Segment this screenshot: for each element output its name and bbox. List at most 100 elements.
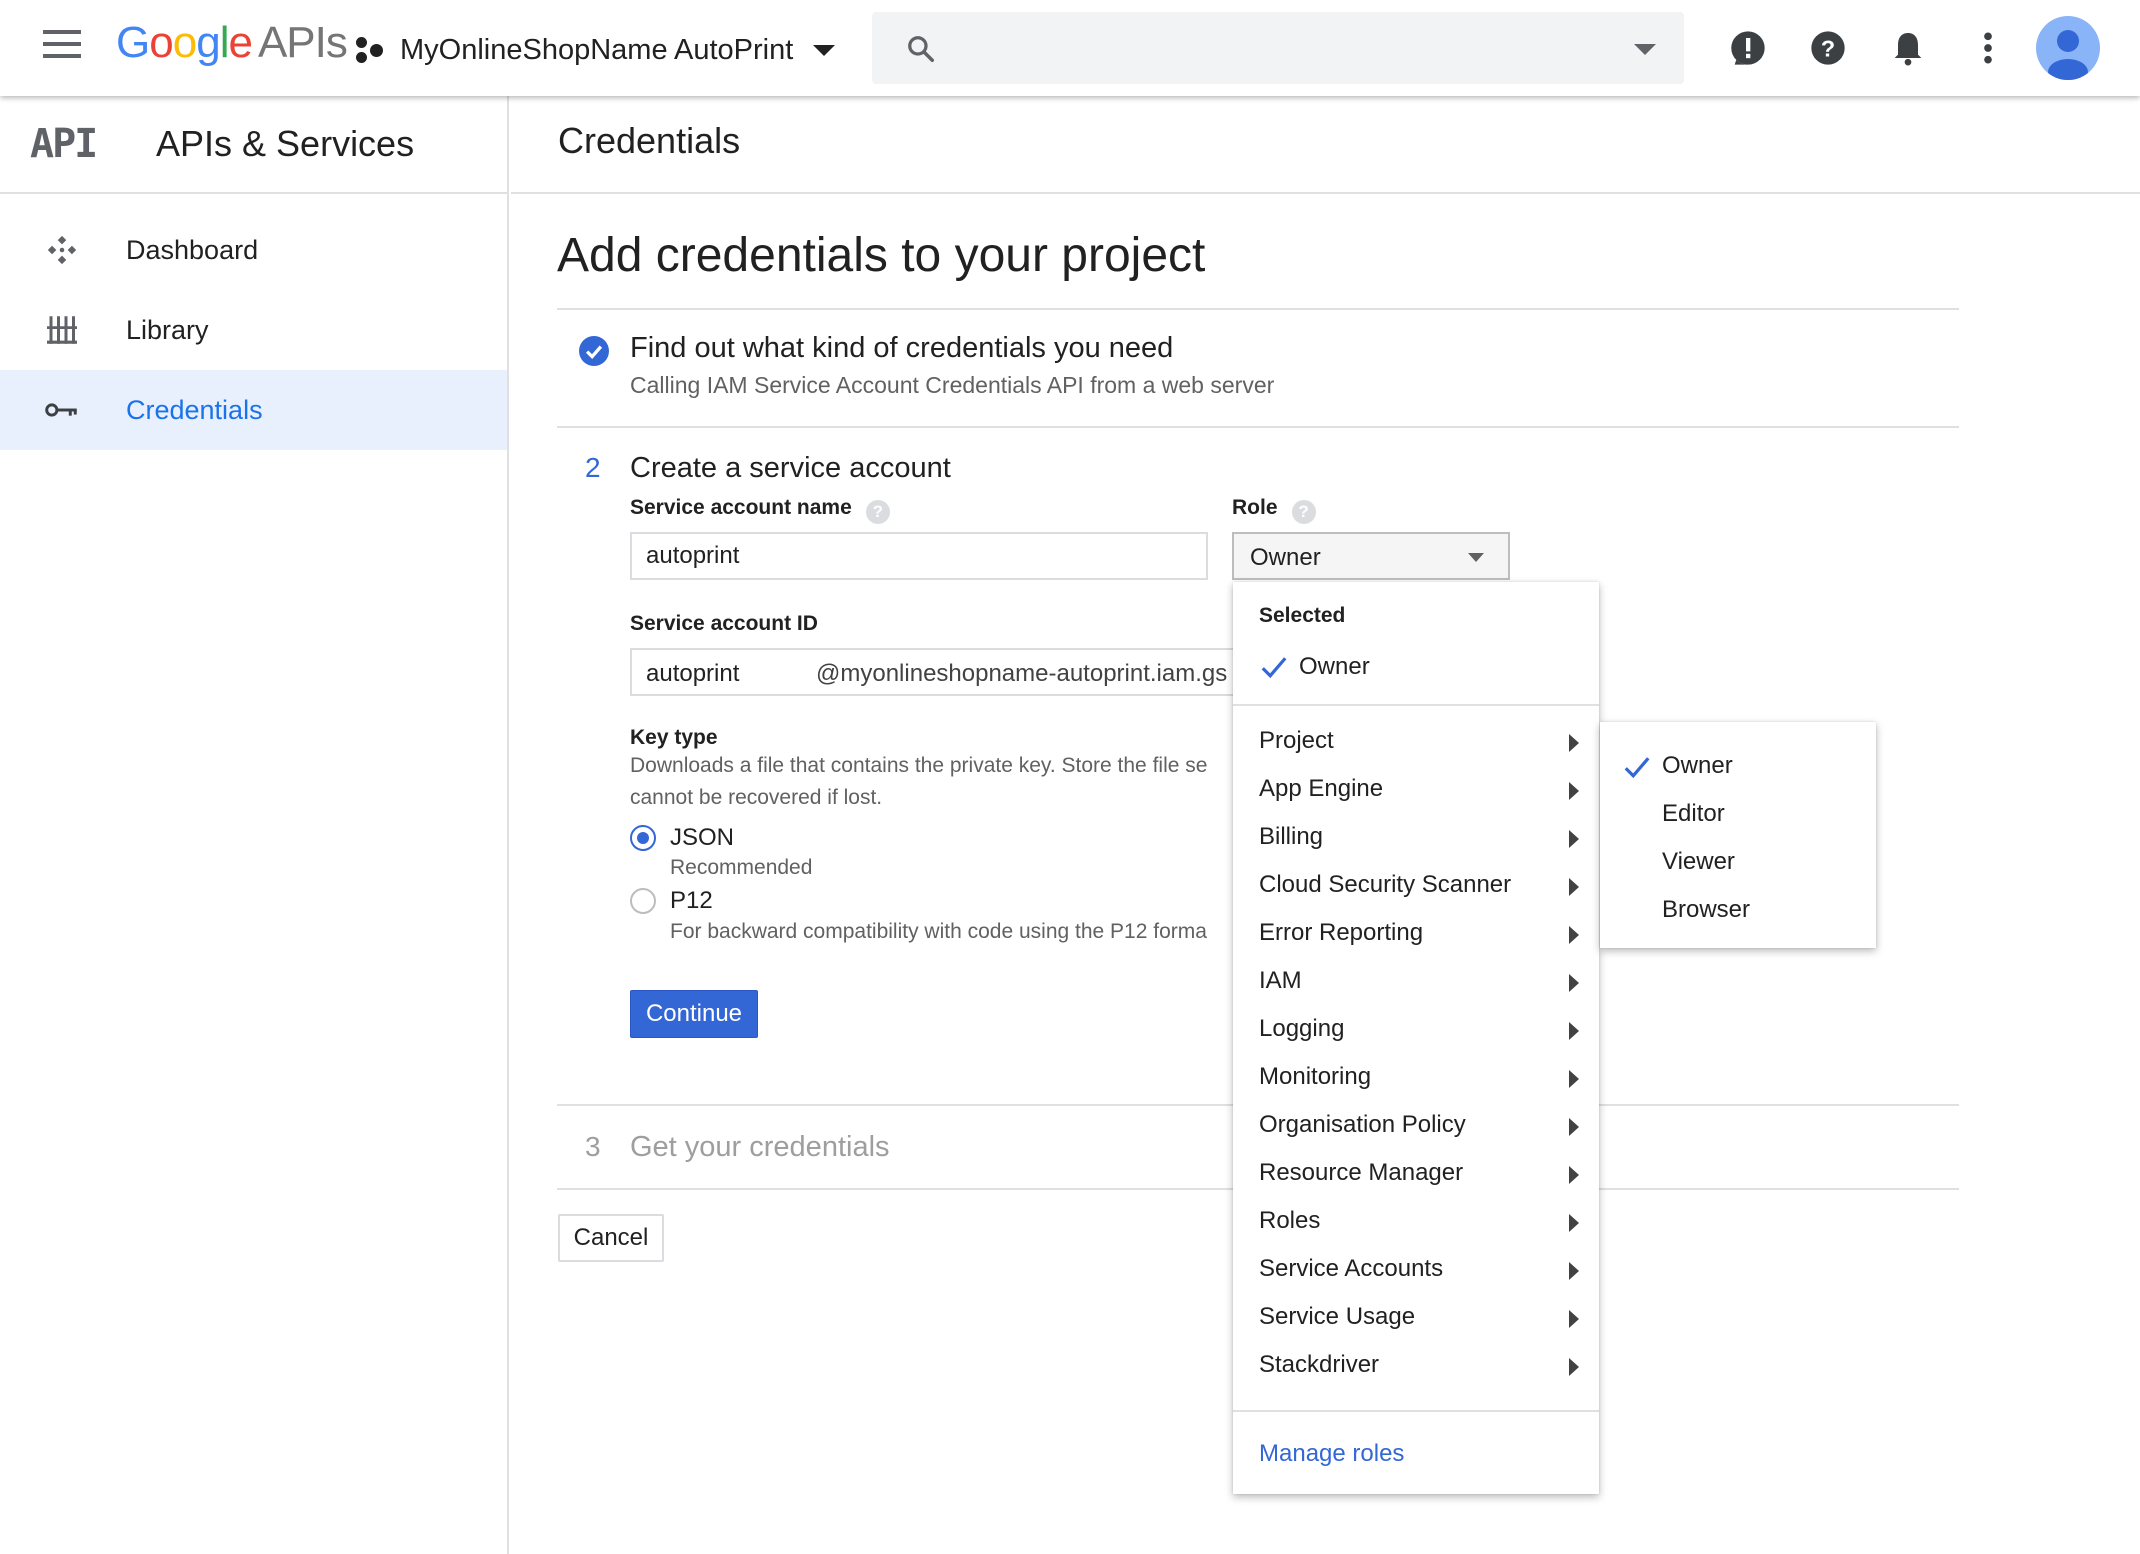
cancel-button[interactable]: Cancel [558,1214,664,1262]
chevron-right-icon [1569,782,1579,800]
project-selector[interactable]: MyOnlineShopName AutoPrint [356,28,836,72]
role-select[interactable]: Owner [1232,532,1510,580]
sidebar-header: API APIs & Services [0,96,507,194]
help-circle-icon[interactable]: ? [865,500,890,524]
continue-button[interactable]: Continue [630,990,758,1038]
selected-role-item[interactable]: Owner [1259,652,1370,682]
role-category-item[interactable]: Service Accounts [1233,1246,1599,1294]
role-option-owner[interactable]: Owner [1600,742,1876,790]
sidebar-nav: Dashboard Library Credentials [0,210,507,450]
p12-radio-label[interactable]: P12 [670,887,713,915]
person-icon [2048,30,2088,80]
role-category-item[interactable]: Billing [1233,814,1599,862]
role-category-item[interactable]: Resource Manager [1233,1150,1599,1198]
chevron-right-icon [1569,878,1579,896]
search-icon [908,36,934,62]
role-category-label: Billing [1259,823,1324,850]
role-option-label: Editor [1662,800,1725,827]
service-account-id-field[interactable]: autoprint @myonlineshopname-autoprint.ia… [630,648,1240,696]
role-category-label: Service Usage [1259,1303,1416,1330]
role-option-viewer[interactable]: Viewer [1600,838,1876,886]
api-logo-icon: API [30,121,98,167]
sidebar-title[interactable]: APIs & Services [156,123,414,165]
help-icon[interactable]: ? [1808,28,1848,68]
sidebar-item-dashboard[interactable]: Dashboard [0,210,507,290]
key-type-description: Downloads a file that contains the priva… [630,754,1208,777]
role-category-item[interactable]: Project [1233,718,1599,766]
hamburger-menu-icon[interactable] [38,30,86,66]
project-icon [356,35,386,65]
dropdown-arrow-icon [1468,553,1484,562]
divider [557,426,1959,428]
role-category-item[interactable]: Service Usage [1233,1294,1599,1342]
chevron-right-icon [1569,734,1579,752]
role-category-item[interactable]: Roles [1233,1198,1599,1246]
page-header: Credentials [511,96,2140,194]
chevron-right-icon [1569,926,1579,944]
step2-number: 2 [585,452,601,483]
divider [1233,704,1599,706]
p12-radio[interactable] [630,888,656,914]
chevron-right-icon [1569,1166,1579,1184]
role-select-value: Owner [1250,544,1321,571]
divider [1233,1410,1599,1412]
label-text: Service account name [630,496,852,519]
project-roles-submenu: Owner Editor Viewer Browser [1600,722,1876,948]
role-option-label: Viewer [1662,848,1735,875]
service-account-id-suffix: @myonlineshopname-autoprint.iam.gs [816,660,1228,687]
service-account-name-label: Service account name? [630,496,890,524]
checkmark-icon [1261,657,1287,679]
key-type-label: Key type [630,726,718,749]
key-icon [42,390,82,430]
role-category-label: Organisation Policy [1259,1111,1466,1138]
page-title: Add credentials to your project [557,229,1206,282]
notifications-bell-icon[interactable] [1888,28,1928,68]
step1-title[interactable]: Find out what kind of credentials you ne… [630,332,1173,365]
role-category-item[interactable]: Organisation Policy [1233,1102,1599,1150]
search-input[interactable] [952,26,1572,70]
account-avatar[interactable] [2036,16,2100,80]
manage-roles-link[interactable]: Manage roles [1259,1440,1404,1468]
chevron-right-icon [1569,974,1579,992]
chevron-right-icon [1569,1358,1579,1376]
svg-text:?: ? [1821,35,1835,61]
role-option-editor[interactable]: Editor [1600,790,1876,838]
role-category-item[interactable]: App Engine [1233,766,1599,814]
project-name: MyOnlineShopName AutoPrint [400,33,794,66]
role-option-browser[interactable]: Browser [1600,886,1876,934]
help-circle-icon[interactable]: ? [1291,500,1316,524]
key-type-description-2: cannot be recovered if lost. [630,786,883,809]
top-app-bar: Google APIs MyOnlineShopName AutoPrint ? [0,0,2140,96]
json-radio[interactable] [630,825,656,851]
role-category-item[interactable]: Stackdriver [1233,1342,1599,1390]
step3-title: Get your credentials [630,1131,890,1163]
step1-subtitle: Calling IAM Service Account Credentials … [630,372,1275,398]
role-category-item[interactable]: Logging [1233,1006,1599,1054]
role-category-item[interactable]: Error Reporting [1233,910,1599,958]
role-category-item[interactable]: IAM [1233,958,1599,1006]
role-category-label: Logging [1259,1015,1345,1042]
service-account-name-input[interactable] [630,532,1208,580]
sidebar-item-label: Credentials [126,394,263,425]
sidebar-item-credentials[interactable]: Credentials [0,370,507,450]
checkmark-icon [1624,757,1650,779]
feedback-icon[interactable] [1728,28,1768,68]
role-category-label: Stackdriver [1259,1351,1380,1378]
chevron-right-icon [1569,1262,1579,1280]
google-apis-logo[interactable]: Google APIs [116,18,348,68]
p12-radio-desc: For backward compatibility with code usi… [670,920,1207,943]
service-account-id-value[interactable]: autoprint [646,660,739,688]
chevron-right-icon [1569,1070,1579,1088]
search-expand-icon[interactable] [1634,44,1656,55]
json-radio-label[interactable]: JSON [670,824,734,852]
role-category-item[interactable]: Cloud Security Scanner [1233,862,1599,910]
role-category-item[interactable]: Monitoring [1233,1054,1599,1102]
more-vert-icon[interactable] [1968,28,2008,68]
role-category-label: Service Accounts [1259,1255,1444,1282]
label-text: Role [1232,496,1278,519]
json-radio-desc: Recommended [670,856,813,879]
search-bar[interactable] [872,12,1684,84]
role-category-label: Cloud Security Scanner [1259,871,1512,898]
role-label: Role? [1232,496,1316,524]
sidebar-item-library[interactable]: Library [0,290,507,370]
